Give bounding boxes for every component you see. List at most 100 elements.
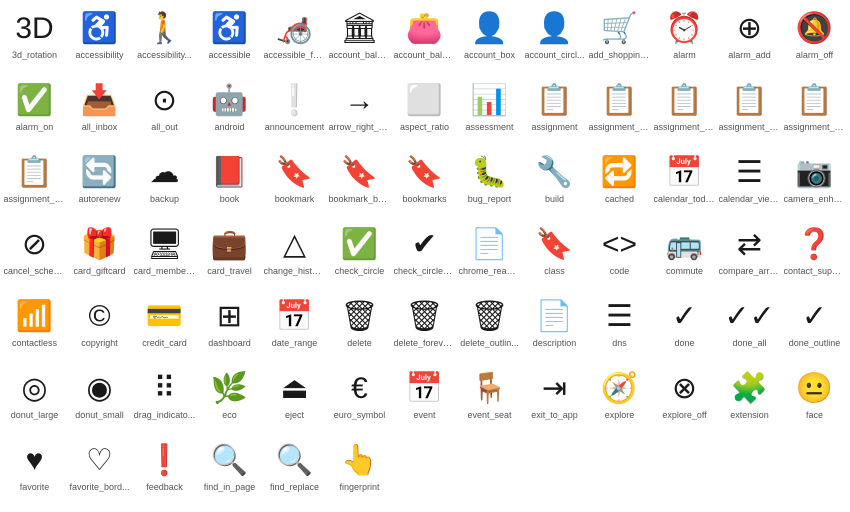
- icon-label-change_history: change_histor...: [264, 266, 326, 276]
- icon-drag_indicator[interactable]: ⠿drag_indicato...: [132, 364, 197, 436]
- icon-arrow_right_alt[interactable]: →arrow_right_a...: [327, 76, 392, 148]
- icon-exit_to_app[interactable]: ⇥exit_to_app: [522, 364, 587, 436]
- icon-alarm_add[interactable]: ⊕alarm_add: [717, 4, 782, 76]
- icon-calendar_view_day[interactable]: ☰calendar_view...: [717, 148, 782, 220]
- icon-eject[interactable]: ⏏eject: [262, 364, 327, 436]
- icon-contactless[interactable]: 📶contactless: [2, 292, 67, 364]
- icon-alarm_off[interactable]: 🔕alarm_off: [782, 4, 847, 76]
- icon-accessibility[interactable]: ♿accessibility: [67, 4, 132, 76]
- icon-explore[interactable]: 🧭explore: [587, 364, 652, 436]
- icon-card_giftcard[interactable]: 🎁card_giftcard: [67, 220, 132, 292]
- icon-backup[interactable]: ☁backup: [132, 148, 197, 220]
- icon-favorite[interactable]: ♥favorite: [2, 436, 67, 508]
- icon-delete[interactable]: 🗑delete: [327, 292, 392, 364]
- icon-code[interactable]: <>code: [587, 220, 652, 292]
- icon-delete_outline[interactable]: 🗑delete_outlin...: [457, 292, 522, 364]
- icon-event[interactable]: 📅event: [392, 364, 457, 436]
- icon-compare_arrows[interactable]: ⇄compare_arrow...: [717, 220, 782, 292]
- icon-account_balance_wallet[interactable]: 👛account_balan...: [392, 4, 457, 76]
- icon-favorite_border[interactable]: ♡favorite_bord...: [67, 436, 132, 508]
- icon-eco[interactable]: 🌿eco: [197, 364, 262, 436]
- icon-copyright[interactable]: ©copyright: [67, 292, 132, 364]
- icon-aspect_ratio[interactable]: ⬜aspect_ratio: [392, 76, 457, 148]
- icon-label-credit_card: credit_card: [142, 338, 187, 348]
- icon-done_outline[interactable]: ✓done_outline: [782, 292, 847, 364]
- icon-bookmarks[interactable]: 🔖bookmarks: [392, 148, 457, 220]
- icon-account_circle[interactable]: 👤account_circl...: [522, 4, 587, 76]
- icon-find_in_page[interactable]: 🔍 find_in_page: [197, 436, 262, 508]
- icon-label-announcement: announcement: [265, 122, 325, 132]
- icon-contact_support[interactable]: ❓contact_suppo...: [782, 220, 847, 292]
- icon-check_circle_outline[interactable]: ✔check_circle_...: [392, 220, 457, 292]
- icon-3d_rotation[interactable]: 3D3d_rotation: [2, 4, 67, 76]
- icon-extension[interactable]: 🧩extension: [717, 364, 782, 436]
- icon-calendar_today[interactable]: 📅calendar_toda...: [652, 148, 717, 220]
- icon-cached[interactable]: 🔁cached: [587, 148, 652, 220]
- icon-symbol-card_membership: 🖥: [145, 226, 183, 264]
- icon-chrome_reader_mode[interactable]: 📄chrome_reader...: [457, 220, 522, 292]
- icon-commute[interactable]: 🚌commute: [652, 220, 717, 292]
- icon-label-assignment: assignment: [531, 122, 577, 132]
- icon-class[interactable]: 🔖class: [522, 220, 587, 292]
- icon-change_history[interactable]: △change_histor...: [262, 220, 327, 292]
- icon-event_seat[interactable]: 🪑event_seat: [457, 364, 522, 436]
- icon-alarm[interactable]: ⏰alarm: [652, 4, 717, 76]
- icon-symbol-card_travel: 💼: [211, 226, 248, 264]
- icon-check_circle[interactable]: ✅check_circle: [327, 220, 392, 292]
- icon-donut_small[interactable]: ◉donut_small: [67, 364, 132, 436]
- icon-assignment[interactable]: 📋assignment: [522, 76, 587, 148]
- icon-add_shopping_cart[interactable]: 🛒add_shopping_...: [587, 4, 652, 76]
- icon-explore_off[interactable]: ⊗explore_off: [652, 364, 717, 436]
- icon-accessibility_new[interactable]: 🚶accessibility...: [132, 4, 197, 76]
- icon-card_travel[interactable]: 💼card_travel: [197, 220, 262, 292]
- icon-alarm_on[interactable]: ✅alarm_on: [2, 76, 67, 148]
- icon-fingerprint[interactable]: 👆fingerprint: [327, 436, 392, 508]
- icon-announcement[interactable]: ❕announcement: [262, 76, 327, 148]
- icon-label-event: event: [413, 410, 435, 420]
- icon-find_replace[interactable]: 🔍find_replace: [262, 436, 327, 508]
- icon-symbol-card_giftcard: 🎁: [81, 226, 118, 264]
- icon-all_inbox[interactable]: 📥all_inbox: [67, 76, 132, 148]
- icon-label-assignment_return: assignment_re...: [719, 122, 781, 132]
- icon-dns[interactable]: ☰dns: [587, 292, 652, 364]
- icon-donut_large[interactable]: ◎donut_large: [2, 364, 67, 436]
- icon-label-aspect_ratio: aspect_ratio: [400, 122, 449, 132]
- icon-assignment_return[interactable]: 📋assignment_re...: [717, 76, 782, 148]
- icon-bug_report[interactable]: 🐛bug_report: [457, 148, 522, 220]
- icon-cancel_schedule[interactable]: ⊘cancel_schedu...: [2, 220, 67, 292]
- icon-bookmark[interactable]: 🔖bookmark: [262, 148, 327, 220]
- icon-assignment_late[interactable]: 📋assignment_la...: [652, 76, 717, 148]
- icon-description[interactable]: 📄description: [522, 292, 587, 364]
- icon-symbol-all_inbox: 📥: [81, 82, 118, 120]
- icon-dashboard[interactable]: ⊞dashboard: [197, 292, 262, 364]
- icon-face[interactable]: 😐face: [782, 364, 847, 436]
- icon-delete_forever[interactable]: 🗑delete_foreve...: [392, 292, 457, 364]
- icon-assignment_ind[interactable]: 📋assignment_in...: [587, 76, 652, 148]
- icon-assignment_turned_in[interactable]: 📋assignment_tu...: [2, 148, 67, 220]
- icon-feedback[interactable]: ❗feedback: [132, 436, 197, 508]
- icon-all_out[interactable]: ⊙all_out: [132, 76, 197, 148]
- icon-account_box[interactable]: 👤account_box: [457, 4, 522, 76]
- icon-account_balance[interactable]: 🏛account_balan...: [327, 4, 392, 76]
- icon-android[interactable]: 🤖android: [197, 76, 262, 148]
- icon-symbol-find_in_page: 🔍: [211, 442, 248, 480]
- icon-bookmark_border[interactable]: 🔖bookmark_bord...: [327, 148, 392, 220]
- icon-accessible[interactable]: ♿accessible: [197, 4, 262, 76]
- icon-assessment[interactable]: 📊assessment: [457, 76, 522, 148]
- icon-date_range[interactable]: 📅date_range: [262, 292, 327, 364]
- icon-camera_enhance[interactable]: 📷camera_enhanc...: [782, 148, 847, 220]
- icon-credit_card[interactable]: 💳credit_card: [132, 292, 197, 364]
- icon-done_all[interactable]: ✓✓done_all: [717, 292, 782, 364]
- icon-done[interactable]: ✓done: [652, 292, 717, 364]
- icon-build[interactable]: 🔧build: [522, 148, 587, 220]
- icon-assignment_returned[interactable]: 📋assignment_re...: [782, 76, 847, 148]
- icon-autorenew[interactable]: 🔄autorenew: [67, 148, 132, 220]
- icon-label-find_in_page: find_in_page: [204, 482, 256, 492]
- icon-book[interactable]: 📕book: [197, 148, 262, 220]
- icon-euro_symbol[interactable]: €euro_symbol: [327, 364, 392, 436]
- icon-card_membership[interactable]: 🖥card_membersh...: [132, 220, 197, 292]
- icon-label-donut_large: donut_large: [11, 410, 59, 420]
- icon-accessible_forward[interactable]: 🦽accessible_fo...: [262, 4, 327, 76]
- icon-symbol-explore_off: ⊗: [672, 370, 697, 408]
- icon-label-eco: eco: [222, 410, 237, 420]
